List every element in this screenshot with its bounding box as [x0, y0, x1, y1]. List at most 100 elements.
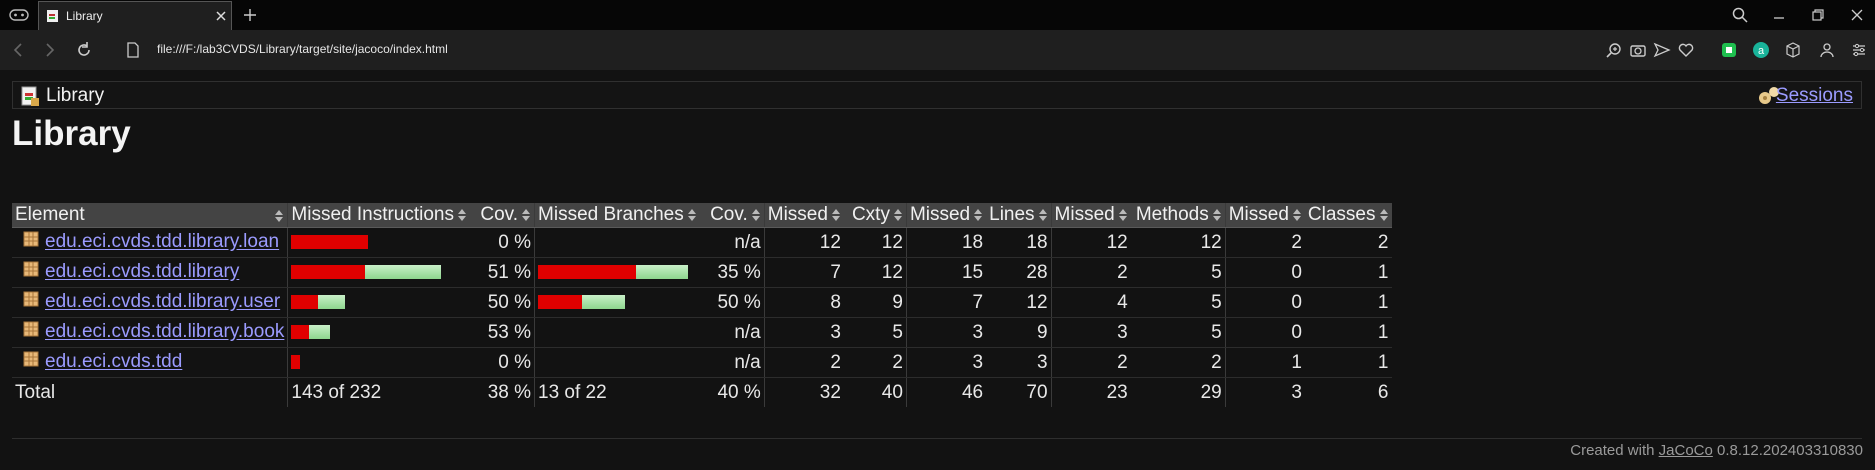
account-icon[interactable] — [1818, 41, 1836, 59]
covered-instructions-bar — [309, 325, 331, 340]
settings-icon[interactable] — [1850, 41, 1868, 59]
sort-icon — [1212, 208, 1221, 221]
sort-icon — [687, 208, 696, 221]
sessions-link-text[interactable]: Sessions — [1776, 85, 1853, 106]
url-field[interactable]: file:///F:/lab3CVDS/Library/target/site/… — [157, 42, 448, 56]
sort-icon — [275, 210, 284, 222]
heart-icon[interactable] — [1677, 41, 1695, 59]
file-icon — [127, 42, 139, 58]
branches-bar-cell — [534, 227, 700, 258]
page-title: Library — [12, 114, 131, 153]
package-icon — [23, 321, 39, 343]
package-link[interactable]: edu.eci.cvds.tdd.library.loan — [45, 232, 279, 253]
total-lines: 70 — [1026, 381, 1048, 403]
lines-missed: 3 — [905, 317, 987, 348]
methods: 5 — [1130, 257, 1226, 288]
address-bar: file:///F:/lab3CVDS/Library/target/site/… — [0, 30, 1875, 70]
sort-icon — [1038, 208, 1047, 221]
send-icon[interactable] — [1653, 41, 1671, 59]
classes-missed: 2 — [1224, 227, 1305, 258]
package-link[interactable]: edu.eci.cvds.tdd.library.user — [45, 292, 280, 313]
total-branch-cov: 40 % — [717, 381, 761, 403]
instructions-bar-cell — [287, 287, 471, 318]
table-header-row: Element Missed Instructions Cov. Missed … — [12, 203, 1392, 228]
classes: 1 — [1304, 347, 1392, 378]
extension-icon[interactable]: a — [1752, 41, 1770, 59]
element-cell: edu.eci.cvds.tdd.library.book — [12, 317, 288, 348]
restore-icon[interactable] — [1809, 6, 1827, 24]
package-link[interactable]: edu.eci.cvds.tdd — [45, 352, 182, 373]
header-instr-cov[interactable]: Cov. — [470, 203, 535, 228]
header-classes[interactable]: Classes — [1304, 203, 1392, 228]
sort-icon — [974, 208, 983, 221]
classes-missed: 0 — [1224, 317, 1305, 348]
header-cxty-missed[interactable]: Missed — [763, 203, 844, 228]
header-methods[interactable]: Methods — [1130, 203, 1226, 228]
header-missed-branches[interactable]: Missed Branches — [534, 203, 700, 228]
branch-cov: 50 % — [699, 287, 765, 318]
close-icon[interactable] — [214, 9, 228, 23]
close-window-icon[interactable] — [1848, 6, 1866, 24]
header-missed-instructions[interactable]: Missed Instructions — [287, 203, 471, 228]
missed-instructions-bar — [291, 295, 319, 310]
sessions-link[interactable]: Sessions — [1776, 85, 1853, 107]
missed-instructions-bar — [291, 355, 301, 370]
element-cell: edu.eci.cvds.tdd.library — [12, 257, 288, 288]
jacoco-link[interactable]: JaCoCo — [1659, 442, 1713, 459]
lines: 3 — [986, 347, 1052, 378]
footer: Created with JaCoCo 0.8.12.202403310830 — [1570, 442, 1863, 459]
coverage-table: Element Missed Instructions Cov. Missed … — [12, 203, 1392, 407]
cxty-missed: 12 — [763, 227, 844, 258]
header-lines[interactable]: Lines — [986, 203, 1052, 228]
lines-missed: 3 — [905, 347, 987, 378]
active-tab[interactable]: Library — [38, 1, 232, 30]
forward-icon[interactable] — [40, 41, 58, 59]
instr-cov: 50 % — [470, 287, 535, 318]
header-branch-cov[interactable]: Cov. — [699, 203, 765, 228]
covered-branches-bar — [582, 295, 626, 310]
instructions-bar-cell — [287, 317, 471, 348]
table-row: edu.eci.cvds.tdd.library.loan 0 % n/a 12 12 1… — [12, 227, 1392, 258]
header-cxty[interactable]: Cxty — [843, 203, 907, 228]
lines-missed: 7 — [905, 287, 987, 318]
extension-icon[interactable] — [1720, 41, 1738, 59]
sort-icon — [893, 208, 902, 221]
minimize-icon[interactable] — [1770, 6, 1788, 24]
header-lines-missed[interactable]: Missed — [905, 203, 987, 228]
reload-icon[interactable] — [75, 41, 93, 59]
instructions-bar-cell — [287, 227, 471, 258]
total-instructions: 143 of 232 — [287, 377, 471, 407]
header-classes-missed[interactable]: Missed — [1224, 203, 1305, 228]
element-cell: edu.eci.cvds.tdd.library.loan — [12, 227, 288, 258]
back-icon[interactable] — [10, 41, 28, 59]
instructions-bar-cell — [287, 347, 471, 378]
classes: 1 — [1304, 287, 1392, 318]
branch-cov: n/a — [699, 347, 765, 378]
missed-instructions-bar — [291, 235, 369, 250]
package-link[interactable]: edu.eci.cvds.tdd.library.book — [45, 322, 284, 343]
zoom-icon[interactable] — [1605, 41, 1623, 59]
methods: 5 — [1130, 317, 1226, 348]
extension-icon[interactable] — [1784, 41, 1802, 59]
header-methods-missed[interactable]: Missed — [1050, 203, 1131, 228]
total-methods: 29 — [1200, 381, 1222, 403]
header-element[interactable]: Element — [12, 203, 288, 228]
instr-cov: 53 % — [470, 317, 535, 348]
covered-instructions-bar — [365, 265, 442, 280]
search-icon[interactable] — [1731, 6, 1749, 24]
package-icon — [23, 351, 39, 373]
package-link[interactable]: edu.eci.cvds.tdd.library — [45, 262, 239, 283]
classes-missed: 0 — [1224, 257, 1305, 288]
missed-branches-bar — [538, 265, 637, 280]
total-row: Total 143 of 232 38 % 13 of 22 40 % 32 4… — [12, 377, 1392, 407]
missed-branches-bar — [538, 295, 583, 310]
plus-icon[interactable] — [241, 6, 259, 24]
sort-icon — [1292, 208, 1301, 221]
table-row: edu.eci.cvds.tdd.library.user 50 % 50 % 8 9 7… — [12, 287, 1392, 318]
gamepad-icon[interactable] — [8, 7, 30, 23]
camera-icon[interactable] — [1629, 41, 1647, 59]
branches-bar-cell — [534, 257, 700, 288]
methods: 2 — [1130, 347, 1226, 378]
element-cell: edu.eci.cvds.tdd — [12, 347, 288, 378]
instr-cov: 0 % — [470, 347, 535, 378]
